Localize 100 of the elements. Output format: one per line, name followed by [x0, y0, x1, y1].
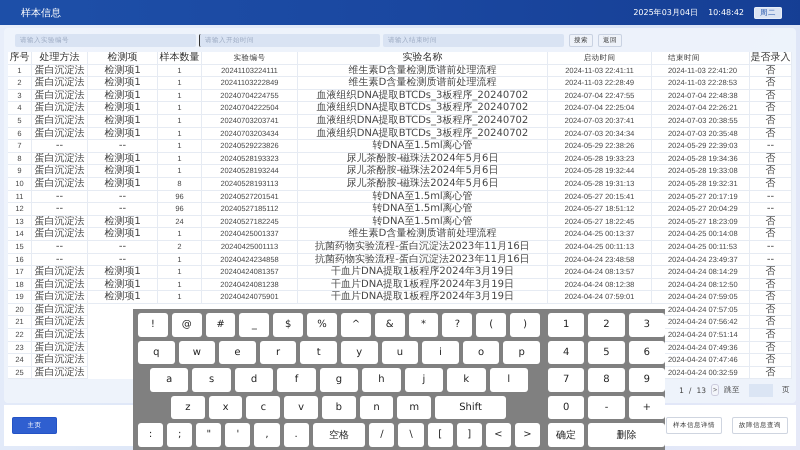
keyboard-key[interactable]: s — [192, 368, 231, 392]
keyboard-key[interactable]: v — [284, 396, 318, 419]
keyboard-key[interactable]: w — [178, 340, 216, 364]
table-cell: 否 — [750, 77, 792, 90]
keyboard-key[interactable]: \ — [398, 423, 424, 446]
table-cell: 尿儿茶酚胺-磁珠法2024年5月6日 — [298, 152, 548, 166]
keyboard-key[interactable]: % — [307, 313, 337, 336]
table-cell: 检测项1 — [88, 278, 158, 292]
keyboard-key[interactable]: ( — [476, 313, 506, 336]
table-cell: 检测项1 — [88, 165, 158, 178]
keyboard-key[interactable]: 2 — [588, 313, 625, 336]
keyboard-key[interactable]: 4 — [548, 340, 584, 364]
table-cell: 否 — [750, 165, 792, 178]
keyboard-key[interactable]: + — [628, 396, 665, 419]
keyboard-key[interactable]: $ — [273, 313, 304, 336]
table-cell: 否 — [750, 266, 792, 279]
table-cell: 否 — [750, 128, 792, 140]
table-cell: 检测项1 — [88, 266, 158, 279]
keyboard-key[interactable]: - — [588, 396, 625, 419]
page-title: 样本信息 — [21, 6, 61, 20]
keyboard-key[interactable]: t — [300, 340, 337, 364]
keyboard-key[interactable]: 5 — [588, 340, 625, 364]
table-cell: -- — [750, 240, 792, 254]
keyboard-key[interactable]: 7 — [548, 368, 584, 392]
keyboard-key[interactable]: f — [277, 368, 316, 392]
keyboard-key[interactable]: , — [254, 423, 280, 446]
keyboard-key[interactable]: o — [462, 340, 500, 364]
keyboard-key[interactable]: e — [219, 340, 256, 364]
keyboard-key[interactable]: / — [369, 423, 394, 446]
keyboard-key[interactable]: ? — [442, 313, 472, 336]
keyboard-key[interactable]: < — [486, 423, 511, 446]
table-cell: 否 — [750, 152, 792, 166]
table-cell: 否 — [750, 102, 792, 115]
keyboard-key[interactable]: c — [246, 396, 280, 419]
table-cell: 否 — [750, 64, 792, 78]
table-cell: 检测项1 — [88, 64, 158, 78]
keyboard-key[interactable]: z — [171, 396, 205, 419]
keyboard-key[interactable]: " — [196, 423, 222, 446]
keyboard-key[interactable]: h — [362, 368, 401, 392]
column-header: 是否录入 — [750, 52, 792, 65]
keyboard-key[interactable]: 删除 — [588, 423, 665, 446]
table-cell: 尿儿茶酚胺-磁珠法2024年5月6日 — [298, 165, 548, 178]
keyboard-key[interactable]: j — [404, 368, 444, 392]
date-text: 2025年03月04日 — [633, 7, 698, 18]
table-cell: 否 — [750, 278, 792, 292]
keyboard-key[interactable]: Shift — [435, 396, 506, 419]
keyboard-key[interactable]: ^ — [340, 313, 371, 336]
keyboard-key[interactable]: k — [447, 368, 486, 392]
column-header: 检测项 — [88, 52, 158, 65]
table-cell: 否 — [750, 90, 792, 102]
keyboard-key[interactable]: 3 — [628, 313, 665, 336]
table-cell: 检测项1 — [88, 291, 158, 304]
keyboard-key[interactable]: 确定 — [548, 423, 584, 446]
keyboard-key[interactable]: : — [138, 423, 164, 446]
keyboard-key[interactable]: d — [234, 368, 274, 392]
keyboard-key[interactable]: ] — [456, 423, 482, 446]
table-cell: 尿儿茶酚胺-磁珠法2024年5月6日 — [298, 178, 548, 191]
table-cell: -- — [32, 240, 88, 254]
keyboard-key[interactable]: 8 — [588, 368, 625, 392]
keyboard-key[interactable]: ) — [510, 313, 540, 336]
keyboard-key[interactable]: q — [138, 340, 175, 364]
keyboard-key[interactable]: 空格 — [312, 423, 366, 446]
table-cell: 检测项1 — [88, 90, 158, 102]
keyboard-key[interactable]: u — [382, 340, 418, 364]
keyboard-key[interactable]: ' — [225, 423, 250, 446]
keyboard-key[interactable]: # — [206, 313, 236, 336]
table-cell: 否 — [750, 342, 792, 354]
table-cell: 否 — [750, 291, 792, 304]
keyboard-key[interactable]: g — [320, 368, 358, 392]
keyboard-key[interactable]: r — [260, 340, 296, 364]
keyboard-key[interactable]: [ — [428, 423, 453, 446]
keyboard-key[interactable]: n — [360, 396, 394, 419]
keyboard-key[interactable]: @ — [172, 313, 202, 336]
keyboard-key[interactable]: i — [422, 340, 459, 364]
keyboard-key[interactable]: * — [408, 313, 438, 336]
table-cell: -- — [88, 190, 158, 204]
keyboard-key[interactable]: ! — [138, 313, 168, 336]
keyboard-key[interactable]: b — [322, 396, 356, 419]
table-cell: -- — [32, 254, 88, 266]
keyboard-key[interactable]: & — [374, 313, 405, 336]
keyboard-key[interactable]: 9 — [628, 368, 665, 392]
keyboard-key[interactable]: . — [284, 423, 309, 446]
keyboard-key[interactable]: > — [514, 423, 540, 446]
table-cell: 检测项1 — [88, 114, 158, 128]
keyboard-key[interactable]: l — [490, 368, 528, 392]
keyboard-key[interactable]: 0 — [548, 396, 584, 419]
keyboard-key[interactable]: m — [397, 396, 432, 419]
keyboard-key[interactable]: ; — [167, 423, 192, 446]
keyboard-key[interactable]: _ — [239, 313, 270, 336]
table-cell: 否 — [750, 114, 792, 128]
keyboard-key[interactable]: x — [208, 396, 242, 419]
keyboard-key[interactable]: 1 — [548, 313, 584, 336]
keyboard-key[interactable]: p — [503, 340, 540, 364]
table-cell: 检测项1 — [88, 77, 158, 90]
keyboard-key[interactable]: a — [150, 368, 188, 392]
time-text: 10:48:42 — [708, 8, 744, 17]
keyboard-key[interactable]: y — [340, 340, 378, 364]
table-cell: -- — [32, 190, 88, 204]
table-cell: 否 — [750, 316, 792, 330]
keyboard-key[interactable]: 6 — [628, 340, 665, 364]
